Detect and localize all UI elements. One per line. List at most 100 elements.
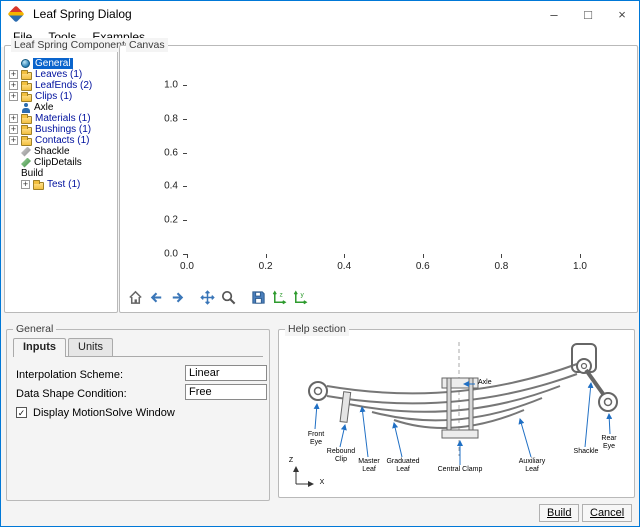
tree-item-label: Test (1) — [47, 179, 80, 190]
expander-icon[interactable]: + — [9, 92, 18, 101]
help-section-label: Help section — [285, 322, 349, 336]
tree-item-label: Build — [21, 168, 43, 179]
interpolation-scheme-label: Interpolation Scheme: — [16, 369, 123, 381]
maximize-button[interactable]: □ — [571, 1, 605, 27]
data-shape-condition-field[interactable]: Free — [185, 384, 267, 400]
axes-y-button[interactable]: y — [290, 287, 311, 308]
tree-item-label: Materials (1) — [35, 113, 91, 124]
x-tick-label: 0.6 — [416, 261, 430, 272]
tree-item-shackle[interactable]: Shackle — [5, 146, 117, 157]
canvas-group-label: Canvas — [126, 38, 168, 52]
save-icon — [250, 289, 267, 306]
tab-units[interactable]: Units — [68, 338, 113, 356]
help-section-group: Help section — [278, 329, 635, 498]
y-tick-mark — [183, 119, 187, 120]
home-button[interactable] — [125, 287, 146, 308]
data-shape-condition-label: Data Shape Condition: — [16, 388, 127, 400]
tree-item-clipdetails[interactable]: ClipDetails — [5, 157, 117, 168]
leaf-spring-diagram: Axle Front Eye Rebound Clip Master Leaf … — [282, 336, 633, 496]
tree-item-axle[interactable]: Axle — [5, 102, 117, 113]
y-tick-mark — [183, 153, 187, 154]
interpolation-scheme-field[interactable]: Linear — [185, 365, 267, 381]
tree-item-label: ClipDetails — [34, 157, 82, 168]
person-icon — [21, 103, 31, 113]
x-tick-mark — [501, 254, 502, 258]
tree-item-test[interactable]: + Test (1) — [5, 179, 117, 190]
tree-item-label: General — [33, 58, 73, 69]
svg-text:y: y — [301, 292, 305, 299]
y-tick-label: 0.6 — [164, 147, 178, 158]
display-motionsolve-checkbox[interactable]: ✓ — [16, 407, 27, 418]
general-icon — [21, 59, 30, 68]
expander-icon[interactable]: + — [9, 125, 18, 134]
y-tick-mark — [183, 186, 187, 187]
window-title: Leaf Spring Dialog — [33, 7, 132, 21]
save-button[interactable] — [248, 287, 269, 308]
central-clamp-label: Central Clamp — [428, 466, 492, 474]
tree-item-label: Bushings (1) — [35, 124, 91, 135]
folder-icon — [21, 116, 32, 124]
plot-toolbar: z y — [125, 287, 311, 308]
general-tabs: Inputs Units — [13, 338, 263, 357]
pan-icon — [199, 289, 216, 306]
minimize-button[interactable]: – — [537, 1, 571, 27]
canvas-group: Canvas 1.0 0.8 0.6 0.4 0.2 0.0 0.0 0.2 0… — [119, 45, 638, 313]
tree-item-contacts[interactable]: + Contacts (1) — [5, 135, 117, 146]
y-tick-label: 1.0 — [164, 80, 178, 91]
tree-item-build[interactable]: Build — [5, 168, 117, 179]
folder-icon — [21, 83, 32, 91]
components-tree-group: Leaf Spring Components General + Leaves … — [4, 45, 118, 313]
canvas-plot[interactable]: 1.0 0.8 0.6 0.4 0.2 0.0 0.0 0.2 0.4 0.6 … — [187, 85, 580, 254]
auxiliary-leaf-label: Auxiliary Leaf — [511, 458, 553, 474]
tab-inputs[interactable]: Inputs — [13, 338, 66, 357]
y-tick-label: 0.8 — [164, 113, 178, 124]
front-eye-label: Front Eye — [301, 431, 331, 447]
tree-item-label: Shackle — [34, 146, 70, 157]
tree-item-label: Contacts (1) — [35, 135, 89, 146]
folder-icon — [21, 127, 32, 135]
svg-text:z: z — [280, 292, 283, 299]
app-icon — [8, 6, 25, 23]
back-button[interactable] — [146, 287, 167, 308]
title-bar: Leaf Spring Dialog – □ × — [1, 1, 639, 27]
x-tick-mark — [344, 254, 345, 258]
folder-icon — [21, 138, 32, 146]
cancel-button-label: Cancel — [590, 507, 624, 519]
tree-item-clips[interactable]: + Clips (1) — [5, 91, 117, 102]
folder-icon — [33, 182, 44, 190]
cancel-button[interactable]: Cancel — [582, 504, 632, 522]
zoom-button[interactable] — [218, 287, 239, 308]
expander-icon[interactable]: + — [9, 70, 18, 79]
home-icon — [127, 289, 144, 306]
close-button[interactable]: × — [605, 1, 639, 27]
y-tick-label: 0.2 — [164, 215, 178, 226]
tree-item-leafends[interactable]: + LeafEnds (2) — [5, 80, 117, 91]
tree-item-bushings[interactable]: + Bushings (1) — [5, 124, 117, 135]
axes-z-button[interactable]: z — [269, 287, 290, 308]
general-group-label: General — [13, 322, 56, 336]
general-group: General Inputs Units Interpolation Schem… — [6, 329, 270, 501]
components-tree: General + Leaves (1) + LeafEnds (2) + Cl… — [5, 46, 117, 190]
tree-item-label: LeafEnds (2) — [35, 80, 92, 91]
x-tick-mark — [580, 254, 581, 258]
expander-icon[interactable]: + — [21, 180, 30, 189]
tree-item-general[interactable]: General — [5, 58, 117, 69]
graduated-leaf-label: Graduated Leaf — [380, 458, 426, 474]
forward-arrow-icon — [169, 289, 186, 306]
magnifier-icon — [220, 289, 237, 306]
expander-icon[interactable]: + — [9, 81, 18, 90]
back-arrow-icon — [148, 289, 165, 306]
z-axis-label: Z — [286, 457, 296, 465]
rear-eye-label: Rear Eye — [595, 435, 623, 451]
forward-button[interactable] — [167, 287, 188, 308]
x-tick-mark — [423, 254, 424, 258]
build-button-label: Build — [547, 507, 571, 519]
expander-icon[interactable]: + — [9, 114, 18, 123]
y-tick-mark — [183, 220, 187, 221]
build-button[interactable]: Build — [539, 504, 579, 522]
tree-item-materials[interactable]: + Materials (1) — [5, 113, 117, 124]
expander-icon[interactable]: + — [9, 136, 18, 145]
tree-item-leaves[interactable]: + Leaves (1) — [5, 69, 117, 80]
pan-button[interactable] — [197, 287, 218, 308]
y-tick-label: 0.4 — [164, 181, 178, 192]
